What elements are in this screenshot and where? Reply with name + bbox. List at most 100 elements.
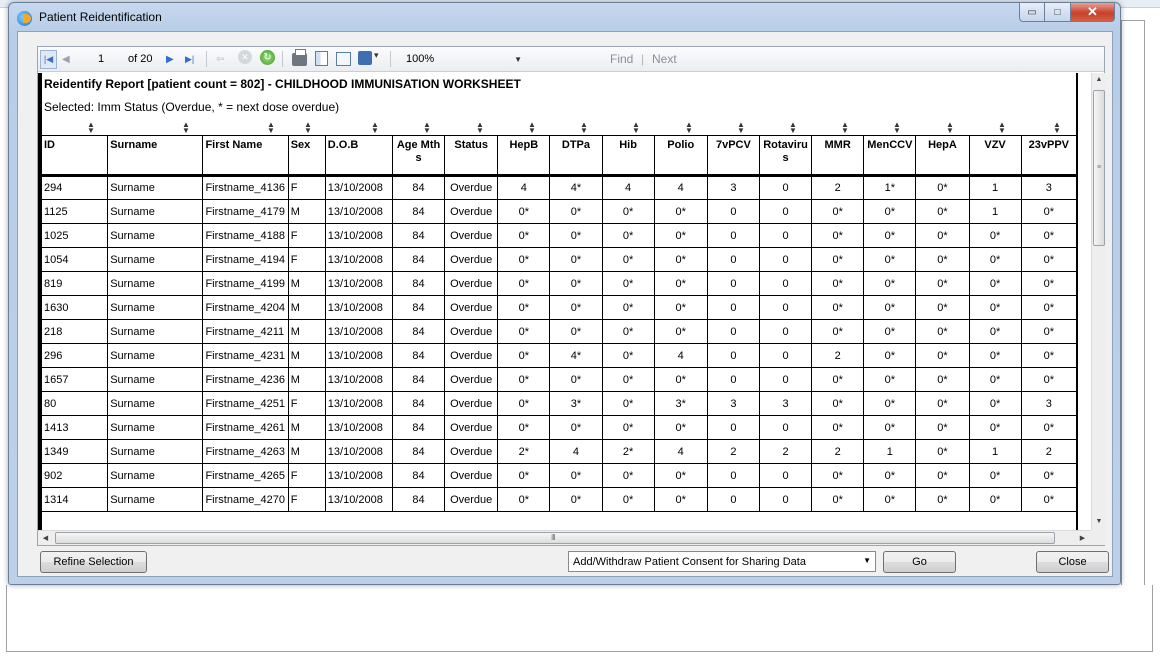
table-cell: 0* — [653, 271, 708, 296]
app-logo-icon — [17, 11, 32, 26]
table-cell: 0* — [915, 271, 970, 296]
table-cell: Overdue — [444, 439, 499, 464]
stop-button[interactable]: ✕ — [238, 50, 252, 64]
close-button[interactable]: Close — [1036, 551, 1109, 573]
column-header[interactable]: Polio — [653, 135, 708, 177]
table-cell: 13/10/2008 — [324, 463, 393, 488]
horizontal-scroll-thumb[interactable]: III — [55, 532, 1055, 544]
scroll-up-icon[interactable]: ▲ — [1092, 73, 1106, 87]
column-header[interactable]: Rotavirus — [758, 135, 813, 177]
table-cell: 0 — [758, 343, 813, 368]
table-cell: 819 — [40, 271, 109, 296]
sort-icon[interactable]: ▲ ▼ — [737, 121, 745, 135]
table-cell: 0* — [653, 247, 708, 272]
background-panel-outer — [6, 585, 1153, 652]
column-header[interactable]: MenCCV — [863, 135, 917, 177]
sort-icon[interactable]: ▲ ▼ — [998, 121, 1006, 135]
table-cell: 84 — [391, 367, 446, 392]
sort-icon[interactable]: ▲ ▼ — [1053, 121, 1061, 135]
table-row: 1413 Surname Firstname_4261 M 13/10/2008 84 Ov… — [40, 415, 1078, 440]
sort-icon[interactable]: ▲ ▼ — [632, 121, 640, 135]
table-cell: 0 — [706, 415, 760, 440]
scroll-right-icon[interactable]: ▶ — [1075, 531, 1090, 546]
vertical-scroll-thumb[interactable]: ≡ — [1093, 90, 1105, 246]
refresh-button[interactable]: ↻ — [260, 50, 275, 65]
page-setup-button[interactable] — [336, 52, 351, 66]
sort-icon[interactable]: ▲ ▼ — [528, 121, 536, 135]
table-cell: 0 — [706, 247, 760, 272]
go-button[interactable]: Go — [883, 551, 956, 573]
table-row: 819 Surname Firstname_4199 M 13/10/2008 84 Ove… — [40, 271, 1078, 296]
back-button[interactable]: ⇦ — [216, 50, 224, 69]
sort-icon[interactable]: ▲ ▼ — [946, 121, 954, 135]
table-cell: F — [287, 175, 326, 200]
action-select[interactable]: Add/Withdraw Patient Consent for Sharing… — [568, 551, 876, 572]
current-page-input[interactable]: 1 — [86, 50, 116, 69]
sort-icon[interactable]: ▲ ▼ — [841, 121, 849, 135]
sort-icon[interactable]: ▲ ▼ — [87, 121, 95, 135]
close-window-button[interactable]: ✕ — [1071, 3, 1115, 22]
table-cell: 2 — [1020, 439, 1078, 464]
column-header[interactable]: D.O.B — [324, 135, 393, 177]
table-cell: 0* — [549, 487, 603, 512]
table-cell: 0* — [811, 199, 865, 224]
column-header[interactable]: First Name — [202, 135, 289, 177]
vertical-scrollbar[interactable]: ▲ ≡ ▼ — [1091, 73, 1105, 530]
sort-icon[interactable]: ▲ ▼ — [182, 121, 190, 135]
report-title: Reidentify Report [patient count = 802] … — [44, 77, 521, 91]
title-bar[interactable]: Patient Reidentification ▭ □ ✕ — [9, 3, 1120, 31]
minimize-button[interactable]: ▭ — [1019, 3, 1045, 22]
column-header[interactable]: 7vPCV — [706, 135, 760, 177]
column-header[interactable]: 23vPPV — [1020, 135, 1078, 177]
column-header[interactable]: MMR — [811, 135, 865, 177]
column-header[interactable]: Surname — [107, 135, 204, 177]
table-cell: Firstname_4194 — [202, 247, 289, 272]
table-cell: 0* — [1020, 319, 1078, 344]
table-row: 296 Surname Firstname_4231 M 13/10/2008 84 Ove… — [40, 343, 1078, 368]
print-button[interactable] — [292, 49, 307, 66]
table-cell: 0* — [1020, 367, 1078, 392]
table-cell: Firstname_4188 — [202, 223, 289, 248]
sort-icon[interactable]: ▲ ▼ — [304, 121, 312, 135]
scroll-down-icon[interactable]: ▼ — [1092, 515, 1106, 529]
sort-icon[interactable]: ▲ ▼ — [267, 121, 275, 135]
table-cell: 0* — [497, 247, 551, 272]
table-cell: Overdue — [444, 199, 499, 224]
sort-icon[interactable]: ▲ ▼ — [476, 121, 484, 135]
sort-icon[interactable]: ▲ ▼ — [893, 121, 901, 135]
next-page-button[interactable]: ▶ — [166, 50, 174, 69]
export-button[interactable] — [358, 50, 379, 65]
table-cell: 0* — [601, 463, 655, 488]
column-header[interactable]: ID — [40, 135, 109, 177]
sort-icon[interactable]: ▲ ▼ — [580, 121, 588, 135]
sort-icon[interactable]: ▲ ▼ — [789, 121, 797, 135]
table-cell: Surname — [107, 175, 204, 200]
table-row: 80 Surname Firstname_4251 F 13/10/2008 84 Over… — [40, 391, 1078, 416]
sort-icon[interactable]: ▲ ▼ — [371, 121, 379, 135]
zoom-select[interactable]: 100% ▼ — [404, 50, 524, 69]
column-header[interactable]: Sex — [287, 135, 326, 177]
sort-icon[interactable]: ▲ ▼ — [423, 121, 431, 135]
previous-page-button[interactable]: ◀ — [62, 50, 70, 69]
print-layout-button[interactable] — [315, 51, 328, 66]
scroll-left-icon[interactable]: ◀ — [38, 531, 53, 546]
find-next-link[interactable]: Next — [652, 50, 677, 69]
horizontal-scrollbar[interactable]: ◀ III ▶ — [38, 530, 1091, 545]
table-cell: 0* — [1020, 415, 1078, 440]
refine-selection-button[interactable]: Refine Selection — [40, 551, 147, 573]
column-header[interactable]: HepB — [497, 135, 551, 177]
sort-icon[interactable]: ▲ ▼ — [685, 121, 693, 135]
column-header[interactable]: Age Mths — [391, 135, 446, 177]
column-header[interactable]: HepA — [915, 135, 970, 177]
first-page-button[interactable]: |◀ — [40, 49, 57, 69]
table-cell: 4 — [601, 175, 655, 200]
column-header[interactable]: Status — [444, 135, 499, 177]
table-cell: F — [287, 463, 326, 488]
column-header[interactable]: VZV — [968, 135, 1022, 177]
column-header[interactable]: Hib — [601, 135, 655, 177]
table-cell: Firstname_4261 — [202, 415, 289, 440]
maximize-button[interactable]: □ — [1045, 3, 1071, 22]
find-link[interactable]: Find — [610, 50, 633, 69]
column-header[interactable]: DTPa — [549, 135, 603, 177]
last-page-button[interactable]: ▶| — [185, 50, 194, 69]
